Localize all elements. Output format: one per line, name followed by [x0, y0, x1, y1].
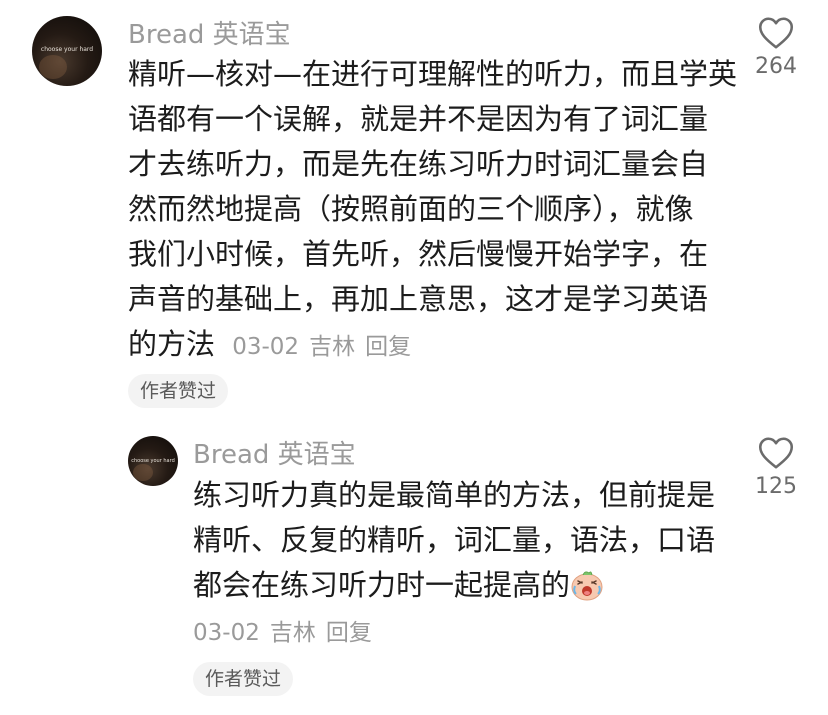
- comment-line-last: 都会在练习听力时一起提高的: [193, 563, 733, 608]
- comment-line: 的方法: [128, 327, 216, 361]
- comment-line: 我们小时候，首先听，然后慢慢开始学字，在: [128, 237, 709, 271]
- avatar-text: choose your hard: [40, 46, 94, 54]
- reply-button[interactable]: 回复: [326, 620, 372, 646]
- comment-line-last: 的方法 03-02 吉林 回复: [128, 322, 738, 370]
- heart-icon: [758, 437, 794, 469]
- like-button[interactable]: 264: [744, 16, 808, 79]
- comment-line: 然而然地提高（按照前面的三个顺序），就像: [128, 192, 694, 226]
- like-button[interactable]: 125: [744, 436, 808, 499]
- heart-icon: [758, 17, 794, 49]
- author-liked-badge: 作者赞过: [128, 374, 229, 408]
- comment-line: 精听—核对—在进行可理解性的听力，而且学英: [128, 57, 738, 91]
- reply-button[interactable]: 回复: [365, 334, 411, 360]
- avatar-image: [39, 54, 67, 79]
- avatar-text: choose your hard: [131, 457, 175, 464]
- comment-date: 03-02: [193, 620, 260, 646]
- comment-location: 吉林: [309, 334, 356, 360]
- username[interactable]: Bread 英语宝: [128, 14, 291, 51]
- avatar-image: [133, 463, 153, 481]
- avatar[interactable]: choose your hard: [32, 16, 102, 86]
- comment-line: 精听、反复的精听，词汇量，语法，口语: [193, 523, 716, 557]
- comment-date: 03-02: [232, 334, 300, 360]
- comment-line: 才去练听力，而是先在练习听力时词汇量会自: [128, 147, 709, 181]
- comment-text: 练习听力真的是最简单的方法，但前提是 精听、反复的精听，词汇量，语法，口语 都会…: [193, 473, 733, 654]
- avatar[interactable]: choose your hard: [128, 436, 178, 486]
- username[interactable]: Bread 英语宝: [193, 434, 356, 471]
- laughing-cry-face-icon: [570, 569, 604, 601]
- comment-meta: 03-02 吉林 回复: [193, 612, 733, 654]
- author-liked-badge: 作者赞过: [193, 662, 294, 696]
- comment-location: 吉林: [269, 620, 316, 646]
- comment-text: 精听—核对—在进行可理解性的听力，而且学英 语都有一个误解，就是并不是因为有了词…: [128, 52, 738, 370]
- comment-line: 声音的基础上，再加上意思，这才是学习英语: [128, 282, 709, 316]
- comment-line: 练习听力真的是最简单的方法，但前提是: [193, 478, 716, 512]
- like-count: 125: [755, 474, 797, 499]
- comment-line: 语都有一个误解，就是并不是因为有了词汇量: [128, 102, 709, 136]
- comment-line: 都会在练习听力时一起提高的: [193, 568, 571, 602]
- like-count: 264: [755, 54, 797, 79]
